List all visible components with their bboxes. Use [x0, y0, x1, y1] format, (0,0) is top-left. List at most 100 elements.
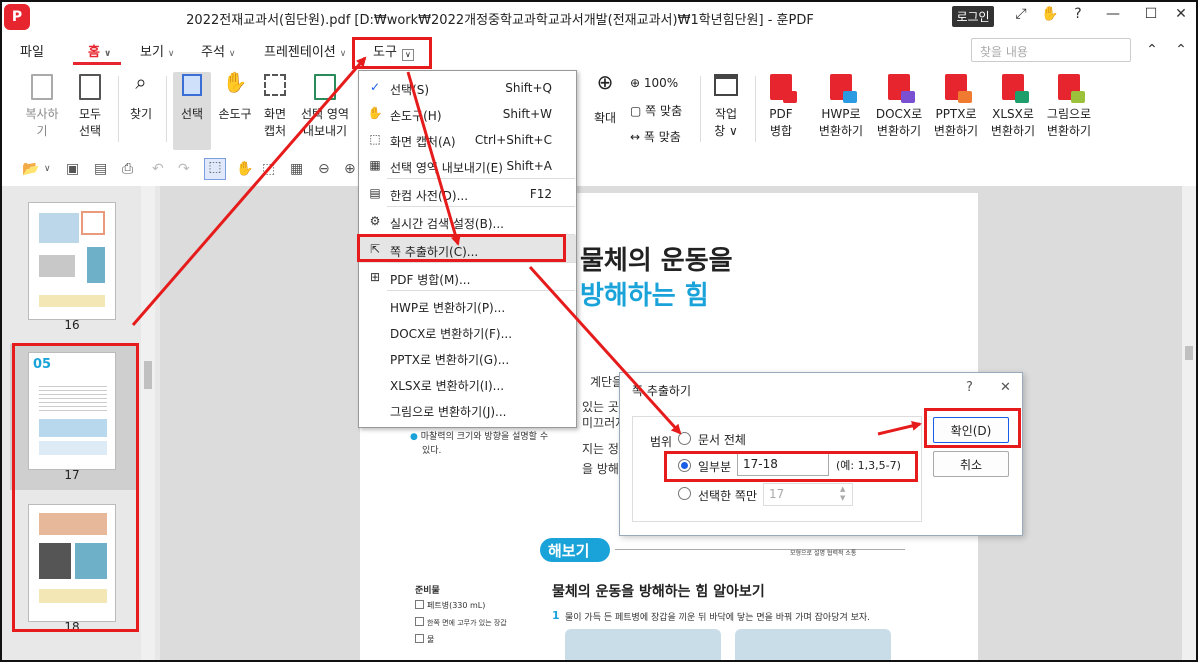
dropdown-item-label: 실시간 검색 설정(B)... — [390, 217, 504, 231]
scroll-thumb[interactable] — [1185, 346, 1193, 360]
copy-button[interactable]: 복사하기 — [20, 74, 64, 140]
select-all-button[interactable]: 모두 선택 — [72, 74, 108, 140]
dropdown-item-2[interactable]: ✋ 손도구(H) Shift+W — [359, 101, 576, 127]
radio-selected[interactable] — [678, 487, 691, 500]
zoom-in-icon: ⊕ — [596, 70, 614, 94]
save-icon[interactable]: ▣ — [66, 161, 79, 177]
menu-separator — [387, 262, 575, 263]
search-input[interactable]: 찾을 내용 — [971, 38, 1131, 62]
zoom-in-icon[interactable]: ⊕ — [344, 161, 356, 177]
find-button[interactable]: ⌕ 찾기 — [125, 72, 157, 123]
dropdown-item-10[interactable]: DOCX로 변환하기(F)... — [359, 319, 576, 345]
thumbnail-page-16[interactable] — [28, 202, 116, 320]
dropdown-item-6[interactable]: ⚙ 실시간 검색 설정(B)... — [359, 209, 576, 235]
step-text: 물이 가득 든 페트병에 장갑을 끼운 뒤 바닥에 닿는 면을 바꿔 가며 잡아… — [565, 613, 871, 623]
search-up-icon[interactable]: ⌃ — [1141, 42, 1163, 58]
chevron-down-icon[interactable]: ∨ — [44, 164, 51, 174]
photo-1 — [565, 629, 721, 662]
dropdown-item-9[interactable]: HWP로 변환하기(P)... — [359, 293, 576, 319]
hand-tool-button[interactable]: ✋ 손도구 — [216, 72, 254, 123]
login-button[interactable]: 로그인 — [952, 6, 994, 27]
prep-item: 한쪽 면에 고무가 있는 장갑 — [415, 617, 507, 628]
document-scrollbar[interactable] — [1182, 186, 1196, 662]
image-convert-button[interactable]: 그림으로 변환하기 — [1044, 74, 1094, 140]
thumbnail-label: 16 — [64, 318, 80, 332]
zoom-out-icon[interactable]: ⊖ — [318, 161, 330, 177]
dropdown-item-4[interactable]: ▦ 선택 영역 내보내기(E) Shift+A — [359, 153, 576, 179]
minimize-icon[interactable]: — — [1102, 6, 1124, 22]
tab-home[interactable]: 홈 ∨ — [88, 41, 111, 60]
select-tool-button[interactable]: 선택 — [173, 72, 211, 150]
dropdown-item-shortcut: Shift+W — [502, 107, 552, 121]
tab-annotation[interactable]: 주석 ∨ — [201, 41, 236, 60]
close-icon[interactable]: ✕ — [1000, 380, 1011, 395]
redo-icon[interactable]: ↷ — [178, 161, 190, 177]
dropdown-item-8[interactable]: ⊞ PDF 병합(M)... — [359, 265, 576, 291]
dropdown-item-1[interactable]: ✓ 선택(S) Shift+Q — [359, 75, 576, 101]
capture-tool-icon[interactable]: ⬚ — [262, 161, 275, 177]
thumbnail-scrollbar[interactable] — [141, 186, 155, 662]
dropdown-item-11[interactable]: PPTX로 변환하기(G)... — [359, 345, 576, 371]
pptx-convert-button[interactable]: PPTX로 변환하기 — [931, 74, 981, 140]
fullscreen-icon[interactable]: ⤢ — [1010, 6, 1032, 22]
dropdown-item-shortcut: F12 — [529, 187, 552, 201]
scroll-thumb[interactable] — [144, 361, 152, 389]
cancel-button[interactable]: 취소 — [933, 451, 1009, 477]
maximize-icon[interactable]: ☐ — [1140, 6, 1162, 22]
help-icon[interactable]: ? — [1067, 6, 1089, 22]
fit-page-button[interactable]: ▢ 쪽 맞춤 — [630, 102, 682, 119]
window-icon — [714, 74, 738, 96]
photo-2 — [735, 629, 891, 662]
dropdown-item-13[interactable]: 그림으로 변환하기(J)... — [359, 397, 576, 423]
dropdown-item-3[interactable]: ⬚ 화면 캡처(A) Ctrl+Shift+C — [359, 127, 576, 153]
body-line: 을 방해 — [582, 462, 619, 476]
docx-convert-button[interactable]: DOCX로 변환하기 — [874, 74, 924, 140]
pptx-icon — [945, 74, 972, 103]
hand-help-icon[interactable]: ✋ — [1039, 6, 1061, 22]
ribbon-divider — [118, 76, 119, 142]
select-tool-icon[interactable]: ⬚ — [204, 158, 226, 180]
close-icon[interactable]: ✕ — [1170, 6, 1192, 22]
annotation-box-thumbnails — [12, 343, 139, 632]
dropdown-item-label: PDF 병합(M)... — [390, 273, 471, 287]
hand-tool-icon[interactable]: ✋ — [236, 161, 253, 177]
radio-all-label: 문서 전체 — [698, 433, 746, 447]
quick-toolbar: 📂 ∨ ▣ ▤ ⎙ ↶ ↷ ⬚ ✋ ⬚ ▦ ⊖ ⊕ — [0, 152, 1198, 186]
fit-width-button[interactable]: ↔ 폭 맞춤 — [630, 128, 681, 145]
tab-view[interactable]: 보기 ∨ — [140, 41, 175, 60]
ribbon-divider — [166, 76, 167, 142]
spinner-icon[interactable]: ▲ ▼ — [840, 485, 845, 503]
zoom-level[interactable]: ⊕ 100% — [630, 76, 678, 90]
dropdown-item-label: 손도구(H) — [390, 109, 442, 123]
export-selection-button[interactable]: 선택 영역 내보내기 — [300, 74, 350, 140]
capture-button[interactable]: 화면 캡처 — [260, 74, 290, 140]
ribbon-divider — [700, 76, 701, 142]
dropdown-item-5[interactable]: ▤ 한컴 사전(D)... F12 — [359, 181, 576, 207]
print-icon[interactable]: ⎙ — [122, 161, 133, 177]
radio-all[interactable] — [678, 432, 691, 445]
pdf-merge-button[interactable]: PDF 병합 — [765, 74, 797, 140]
annotation-box-range — [664, 451, 918, 482]
tab-presentation[interactable]: 프레젠테이션 ∨ — [264, 41, 346, 60]
dropdown-item-12[interactable]: XLSX로 변환하기(I)... — [359, 371, 576, 397]
window-title: 2022전재교과서(힘단원).pdf [D:₩work₩2022개정중학교과학교… — [186, 13, 814, 28]
hwp-convert-button[interactable]: HWP로 변환하기 — [816, 74, 866, 140]
ribbon-collapse-icon[interactable]: ⌃ — [1170, 42, 1192, 58]
export-tool-icon[interactable]: ▦ — [290, 161, 303, 177]
prep-item: 물 — [415, 634, 434, 645]
select-all-icon — [79, 74, 101, 100]
help-icon[interactable]: ? — [966, 380, 973, 395]
dialog-title: 쪽 추출하기 — [632, 384, 692, 398]
annotation-box-extract — [357, 234, 566, 262]
export-icon — [314, 74, 336, 100]
menu-file[interactable]: 파일 — [20, 41, 44, 60]
fit-page-icon: ▢ — [630, 104, 642, 118]
save-as-icon[interactable]: ▤ — [94, 161, 107, 177]
docx-icon — [888, 74, 915, 103]
work-window-button[interactable]: 작업 창 ∨ — [710, 74, 742, 140]
xlsx-convert-button[interactable]: XLSX로 변환하기 — [988, 74, 1038, 140]
open-folder-icon[interactable]: 📂 — [22, 161, 39, 177]
undo-icon[interactable]: ↶ — [152, 161, 164, 177]
active-tab-underline — [73, 62, 121, 65]
enlarge-button[interactable]: ⊕ 확대 — [590, 70, 620, 127]
